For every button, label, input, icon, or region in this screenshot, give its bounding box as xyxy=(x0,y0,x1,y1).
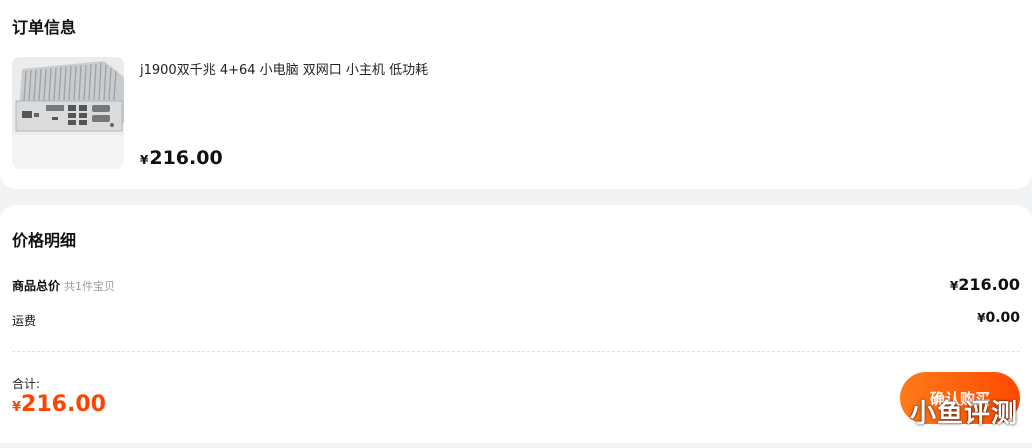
goods-total-value: ¥216.00 xyxy=(950,275,1020,294)
mini-pc-product-image-icon xyxy=(12,57,124,169)
shipping-value: ¥0.00 xyxy=(977,310,1020,326)
goods-total-label: 商品总价 共1件宝贝 xyxy=(12,277,115,294)
total-value: ¥216.00 xyxy=(12,392,106,417)
total-amount: 216.00 xyxy=(21,392,106,417)
watermark-text: 小鱼评测 xyxy=(909,399,1018,429)
currency-symbol: ¥ xyxy=(140,153,149,167)
goods-total-amount: 216.00 xyxy=(958,275,1020,294)
shipping-label: 运费 xyxy=(12,314,37,328)
currency-symbol: ¥ xyxy=(12,400,22,415)
order-info-title: 订单信息 xyxy=(12,18,77,37)
order-info-card: 订单信息 j1900双千兆 4+64 小电脑 双网口 小主机 低功耗 ¥216.… xyxy=(0,0,1032,189)
price-detail-title: 价格明细 xyxy=(12,231,77,250)
total-label: 合计: xyxy=(12,377,41,391)
price-detail-card: 价格明细 商品总价 共1件宝贝 ¥216.00 运费 ¥0.00 合计: ¥216… xyxy=(0,205,1032,443)
goods-count: 共1件宝贝 xyxy=(64,280,116,293)
product-price-value: 216.00 xyxy=(149,147,223,169)
product-price: ¥216.00 xyxy=(140,147,223,169)
dashed-divider xyxy=(12,351,1020,352)
product-image[interactable] xyxy=(12,57,124,169)
product-title[interactable]: j1900双千兆 4+64 小电脑 双网口 小主机 低功耗 xyxy=(140,59,428,78)
shipping-amount: 0.00 xyxy=(985,310,1020,326)
currency-symbol: ¥ xyxy=(949,279,959,293)
goods-total-label-text: 商品总价 xyxy=(12,279,61,293)
